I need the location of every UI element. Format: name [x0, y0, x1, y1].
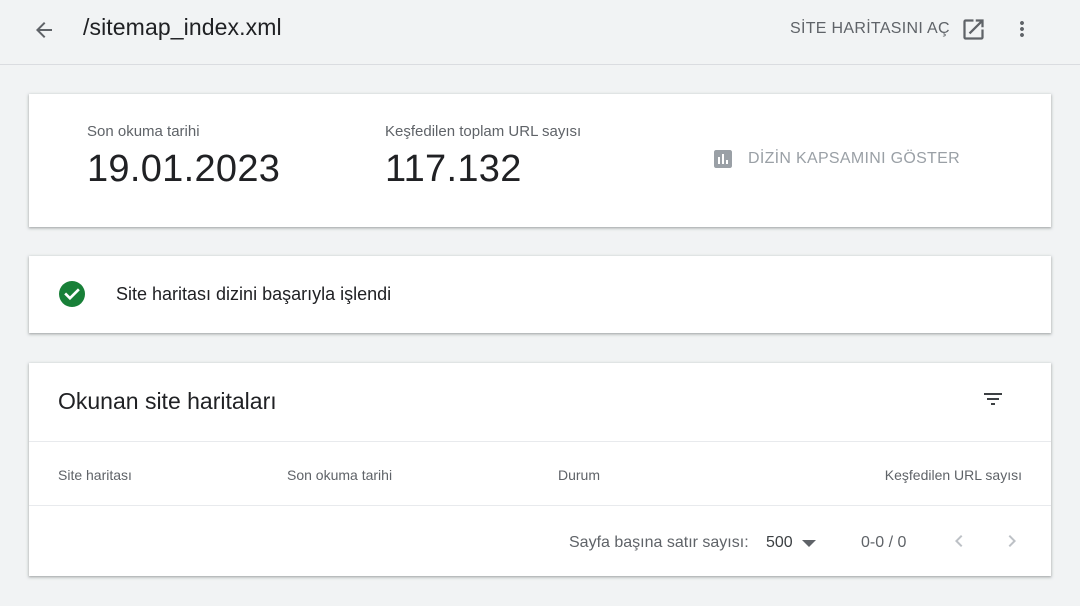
- next-page-button[interactable]: [1000, 527, 1024, 555]
- last-read-label: Son okuma tarihi: [87, 123, 200, 140]
- open-sitemap-label: SİTE HARİTASINI AÇ: [790, 20, 950, 37]
- filter-list-icon: [984, 393, 1002, 405]
- discovered-urls-value: 117.132: [385, 148, 522, 190]
- discovered-urls-stat: Keşfedilen toplam URL sayısı 117.132: [385, 123, 581, 191]
- pagination-range: 0-0 / 0: [861, 534, 907, 551]
- read-sitemaps-table-card: Okunan site haritaları Site haritası Son…: [29, 363, 1051, 576]
- processing-status-card: Site haritası dizini başarıyla işlendi: [29, 256, 1051, 333]
- header-divider: [29, 441, 1051, 442]
- filter-button[interactable]: [977, 383, 1009, 415]
- column-header-last-read[interactable]: Son okuma tarihi: [287, 467, 392, 483]
- column-header-sitemap[interactable]: Site haritası: [58, 467, 132, 483]
- rows-per-page-label: Sayfa başına satır sayısı:: [569, 534, 749, 551]
- status-message: Site haritası dizini başarıyla işlendi: [116, 284, 392, 304]
- column-header-discovered-urls[interactable]: Keşfedilen URL sayısı: [885, 467, 1022, 483]
- show-coverage-label: DİZİN KAPSAMINI GÖSTER: [748, 150, 960, 167]
- show-coverage-button[interactable]: DİZİN KAPSAMINI GÖSTER: [711, 147, 960, 171]
- last-read-stat: Son okuma tarihi 19.01.2023: [87, 123, 280, 191]
- rows-per-page-value: 500: [766, 534, 793, 551]
- table-title: Okunan site haritaları: [58, 388, 277, 414]
- arrow-back-icon: [36, 22, 52, 38]
- bar-chart-icon: [714, 150, 732, 168]
- more-options-button[interactable]: [1006, 13, 1038, 45]
- page-title: /sitemap_index.xml: [83, 14, 282, 40]
- top-app-bar: /sitemap_index.xml SİTE HARİTASINI AÇ: [0, 0, 1080, 65]
- chevron-left-icon: [955, 535, 963, 547]
- sitemap-summary-card: Son okuma tarihi 19.01.2023 Keşfedilen t…: [29, 94, 1051, 227]
- chevron-right-icon: [1008, 535, 1016, 547]
- columns-divider: [29, 505, 1051, 506]
- last-read-value: 19.01.2023: [87, 148, 281, 190]
- open-sitemap-button[interactable]: SİTE HARİTASINI AÇ: [790, 14, 988, 44]
- back-button[interactable]: [26, 12, 62, 48]
- dropdown-caret-icon: [801, 539, 816, 547]
- previous-page-button[interactable]: [947, 527, 971, 555]
- more-vert-icon: [1020, 21, 1024, 37]
- check-circle-icon: [59, 281, 85, 307]
- discovered-urls-label: Keşfedilen toplam URL sayısı: [385, 123, 582, 140]
- open-in-new-icon: [960, 15, 988, 43]
- column-header-status[interactable]: Durum: [558, 467, 600, 483]
- rows-per-page-select[interactable]: 500: [766, 531, 816, 555]
